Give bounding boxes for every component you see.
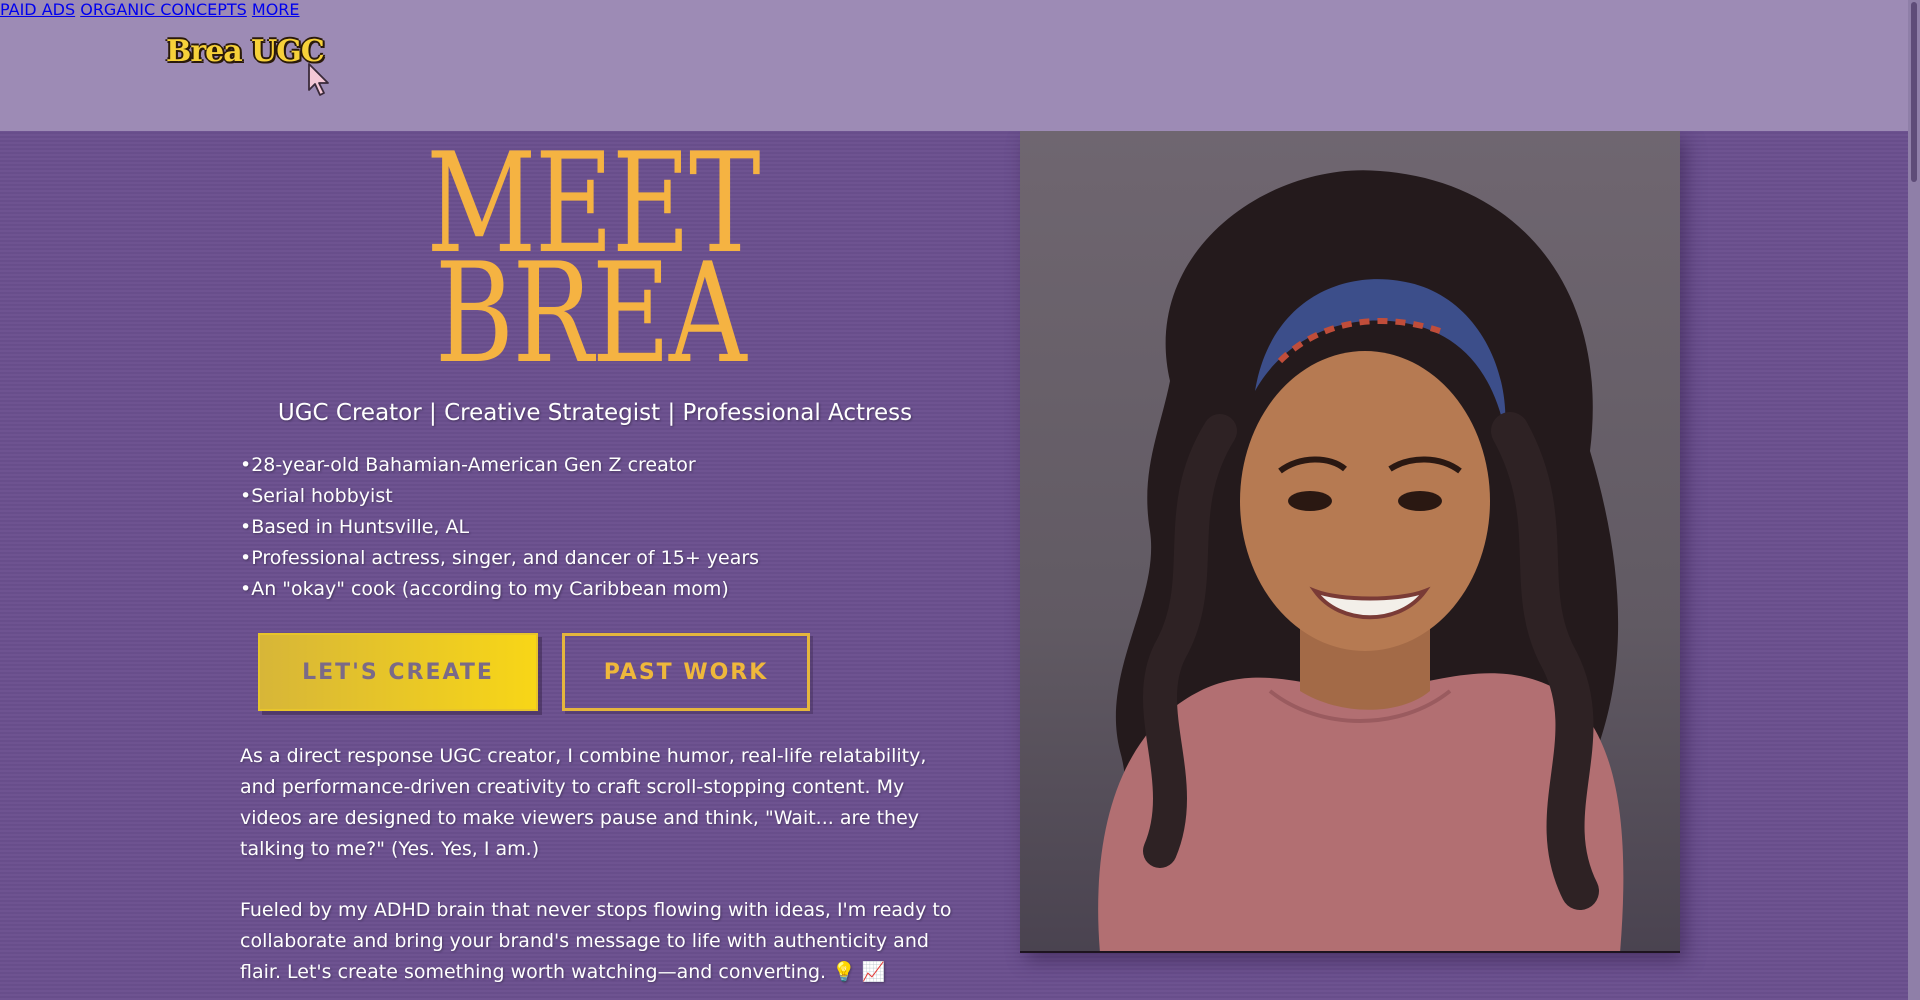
- list-item: •Professional actress, singer, and dance…: [240, 547, 760, 569]
- site-logo[interactable]: Brea UGC: [166, 34, 325, 69]
- lets-create-button[interactable]: LET'S CREATE: [258, 633, 538, 711]
- main-nav: PAID ADS ORGANIC CONCEPTS MORE: [0, 0, 1920, 19]
- intro-paragraph: As a direct response UGC creator, I comb…: [240, 745, 927, 860]
- list-item: •An "okay" cook (according to my Caribbe…: [240, 578, 729, 600]
- nav-more[interactable]: MORE: [252, 0, 300, 19]
- nav-paid-ads[interactable]: PAID ADS: [0, 0, 75, 19]
- site-header: Brea UGC PAID ADS ORGANIC CONCEPTS MORE: [0, 0, 1920, 131]
- arrow-cursor-icon: [308, 63, 329, 96]
- hero-title-line-2: BREA: [434, 233, 747, 394]
- list-item: •28-year-old Bahamian-American Gen Z cre…: [240, 454, 696, 476]
- intro-paragraph-2: Fueled by my ADHD brain that never stops…: [240, 899, 952, 983]
- list-item: •Based in Huntsville, AL: [240, 516, 470, 538]
- portrait-illustration: [1098, 170, 1624, 951]
- portrait-photo: [1020, 131, 1680, 953]
- list-item: •Serial hobbyist: [240, 485, 393, 507]
- hero-subtitle: UGC Creator | Creative Strategist | Prof…: [277, 400, 913, 426]
- scrollbar-thumb[interactable]: [1911, 2, 1917, 182]
- past-work-button[interactable]: PAST WORK: [562, 633, 810, 711]
- about-bullets: •28-year-old Bahamian-American Gen Z cre…: [240, 450, 759, 605]
- nav-organic-concepts[interactable]: ORGANIC CONCEPTS: [80, 0, 247, 19]
